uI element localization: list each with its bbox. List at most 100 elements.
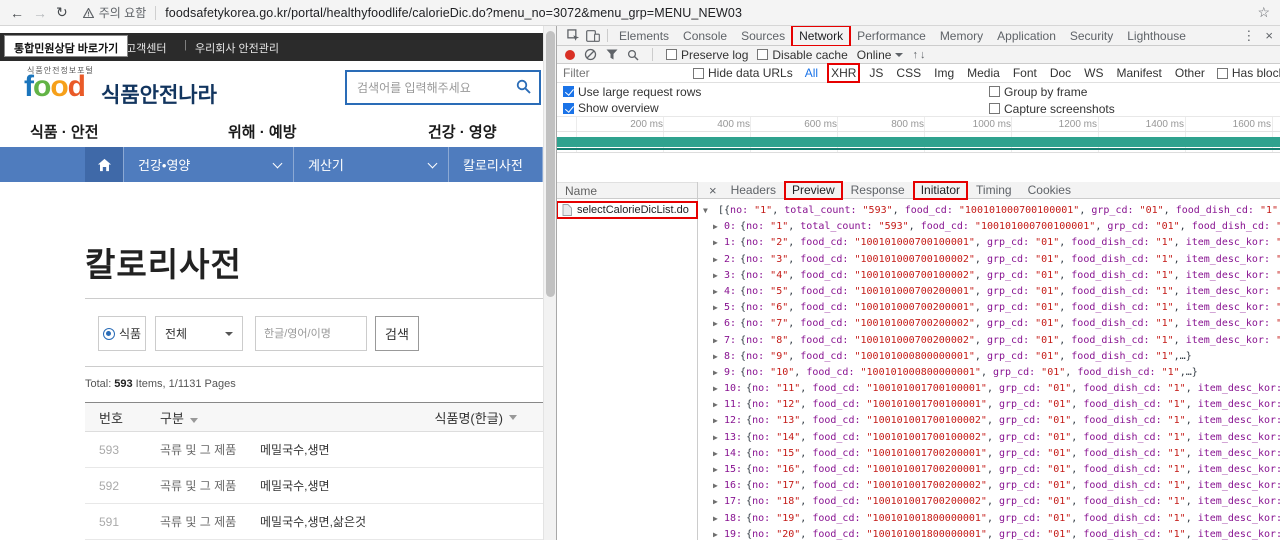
expand-arrow-icon[interactable]: ▶ — [713, 462, 724, 478]
detail-tab[interactable]: Preview — [783, 180, 843, 200]
resource-type-filter[interactable]: Other — [1173, 65, 1207, 81]
disable-cache-checkbox[interactable] — [757, 49, 769, 60]
expand-arrow-icon[interactable]: ▶ — [713, 333, 724, 349]
table-row[interactable]: 593 곡류 및 그 제품 메밀국수,생면 — [85, 432, 543, 468]
devtools-tab[interactable]: Application — [990, 26, 1063, 46]
detail-tab[interactable]: Response — [844, 182, 912, 199]
expand-arrow-icon[interactable]: ▶ — [713, 494, 724, 510]
json-preview-line[interactable]: ▶ 7: {no: "8", food_cd: "10010100070020000… — [701, 333, 1280, 349]
json-preview-line[interactable]: ▶ 5: {no: "6", food_cd: "10010100070020000… — [701, 300, 1280, 316]
reload-button[interactable]: ↻ — [56, 4, 68, 21]
expand-arrow-icon[interactable]: ▶ — [713, 284, 724, 300]
show-overview-option[interactable]: Show overview — [563, 101, 659, 115]
preserve-log-option[interactable]: Preserve log — [666, 48, 748, 62]
show-overview-checkbox[interactable] — [563, 102, 574, 114]
has-blocked-cookies-checkbox[interactable] — [1216, 67, 1228, 79]
column-header-name[interactable]: 식품명(한글) — [260, 408, 543, 427]
filter-icon[interactable] — [606, 49, 618, 60]
resource-type-filter[interactable]: WS — [1082, 65, 1105, 81]
json-preview-line[interactable]: ▶ 15: {no: "16", food_cd: "100101001700200… — [701, 462, 1280, 478]
resource-type-filter[interactable]: Font — [1011, 65, 1039, 81]
expand-arrow-icon[interactable]: ▶ — [713, 365, 724, 381]
json-preview-line[interactable]: ▶ 2: {no: "3", food_cd: "10010100070010000… — [701, 252, 1280, 268]
json-preview-line[interactable]: ▶ 16: {no: "17", food_cd: "100101001700200… — [701, 478, 1280, 494]
json-preview-line[interactable]: ▶ 12: {no: "13", food_cd: "100101001700100… — [701, 413, 1280, 429]
record-icon[interactable] — [565, 49, 575, 60]
resource-type-filter[interactable]: JS — [867, 65, 885, 81]
topbar-link-customer-center[interactable]: 고객센터 — [126, 40, 166, 56]
keyword-input[interactable] — [255, 316, 367, 351]
network-filter-input[interactable] — [563, 65, 683, 81]
detail-tab[interactable]: Cookies — [1021, 182, 1078, 199]
expand-arrow-icon[interactable]: ▶ — [713, 235, 724, 251]
back-button[interactable]: ← — [10, 5, 24, 21]
devtools-tab[interactable]: Security — [1063, 26, 1120, 46]
expand-arrow-icon[interactable]: ▶ — [713, 527, 724, 540]
json-preview-line[interactable]: ▶ 19: {no: "20", food_cd: "100101001800000… — [701, 527, 1280, 540]
search-icon[interactable] — [516, 79, 531, 99]
json-preview-line[interactable]: ▼ [{no: "1", total_count: "593", food_cd:… — [701, 203, 1280, 219]
detail-tab[interactable]: Headers — [724, 182, 783, 199]
civil-service-quick-link[interactable]: 통합민원상담 바로가기 — [4, 35, 129, 57]
bookmark-star-icon[interactable]: ☆ — [1257, 4, 1270, 21]
detail-tab[interactable]: Timing — [969, 182, 1019, 199]
devtools-tab[interactable]: Sources — [734, 26, 792, 46]
hide-data-urls-option[interactable]: Hide data URLs — [693, 66, 793, 80]
expand-arrow-icon[interactable]: ▶ — [713, 446, 724, 462]
site-search-input[interactable] — [345, 70, 541, 105]
json-preview-line[interactable]: ▶ 8: {no: "9", food_cd: "10010100080000000… — [701, 349, 1280, 365]
expand-arrow-icon[interactable]: ▶ — [713, 430, 724, 446]
clear-icon[interactable] — [584, 48, 597, 61]
nav-item-food-safety[interactable]: 식품 · 안전 — [30, 121, 99, 142]
radio-selected-icon[interactable] — [102, 327, 115, 340]
resource-type-filter[interactable]: Img — [932, 65, 956, 81]
close-devtools-icon[interactable]: × — [1265, 28, 1273, 43]
preserve-log-checkbox[interactable] — [666, 49, 677, 60]
topbar-link-company-safety[interactable]: 우리회사 안전관리 — [195, 40, 279, 56]
devtools-tab[interactable]: Performance — [850, 26, 933, 46]
json-preview-line[interactable]: ▶ 10: {no: "11", food_cd: "100101001700100… — [701, 381, 1280, 397]
resource-type-filter[interactable]: XHR — [827, 63, 861, 83]
expand-arrow-icon[interactable]: ▶ — [713, 478, 724, 494]
group-by-frame-checkbox[interactable] — [989, 86, 1000, 97]
nav-item-health-nutrition[interactable]: 건강 · 영양 — [428, 121, 497, 142]
json-preview-line[interactable]: ▶ 4: {no: "5", food_cd: "10010100070020000… — [701, 284, 1280, 300]
use-large-rows-checkbox[interactable] — [563, 86, 574, 97]
devtools-tab[interactable]: Elements — [612, 26, 676, 46]
category-select[interactable]: 전체 — [155, 316, 243, 351]
resource-type-filter[interactable]: All — [803, 65, 820, 81]
devtools-tab[interactable]: Memory — [933, 26, 990, 46]
disable-cache-option[interactable]: Disable cache — [757, 48, 848, 62]
food-radio-group[interactable]: 식품 — [98, 316, 146, 351]
expand-arrow-icon[interactable]: ▶ — [713, 316, 724, 332]
resource-type-filter[interactable]: Manifest — [1115, 65, 1164, 81]
search-submit-button[interactable]: 검색 — [375, 316, 419, 351]
has-blocked-cookies-option[interactable]: Has blocked cookies — [1216, 66, 1280, 80]
forward-button[interactable]: → — [33, 5, 47, 21]
expand-arrow-icon[interactable]: ▶ — [713, 381, 724, 397]
expand-arrow-icon[interactable]: ▶ — [713, 349, 724, 365]
expand-arrow-icon[interactable]: ▶ — [713, 397, 724, 413]
hide-data-urls-checkbox[interactable] — [693, 67, 704, 79]
use-large-rows-option[interactable]: Use large request rows — [563, 85, 701, 99]
home-button[interactable] — [85, 147, 123, 182]
site-logo[interactable]: food — [24, 72, 86, 102]
nav-item-risk-prevention[interactable]: 위해 · 예방 — [228, 121, 297, 142]
inspect-element-icon[interactable] — [563, 26, 583, 45]
json-preview-line[interactable]: ▶ 13: {no: "14", food_cd: "100101001700100… — [701, 430, 1280, 446]
request-name-column-header[interactable]: Name — [557, 182, 698, 199]
json-preview-line[interactable]: ▶ 17: {no: "18", food_cd: "100101001700200… — [701, 494, 1280, 510]
resource-type-filter[interactable]: Media — [965, 65, 1002, 81]
json-preview-line[interactable]: ▶ 6: {no: "7", food_cd: "10010100070020000… — [701, 316, 1280, 332]
site-name[interactable]: 식품안전나라 — [101, 79, 217, 109]
resource-type-filter[interactable]: CSS — [894, 65, 923, 81]
json-preview-line[interactable]: ▶ 9: {no: "10", food_cd: "1001010008000000… — [701, 365, 1280, 381]
devtools-tab[interactable]: Network — [791, 26, 852, 47]
more-options-icon[interactable]: ⋮ — [1242, 28, 1255, 44]
expand-arrow-icon[interactable]: ▶ — [713, 300, 724, 316]
close-detail-icon[interactable]: × — [704, 183, 722, 198]
column-divider[interactable] — [697, 182, 698, 540]
json-preview-line[interactable]: ▶ 14: {no: "15", food_cd: "100101001700200… — [701, 446, 1280, 462]
page-scrollbar[interactable] — [543, 26, 556, 540]
import-export-har-icons[interactable]: ↑↓ — [912, 49, 927, 61]
